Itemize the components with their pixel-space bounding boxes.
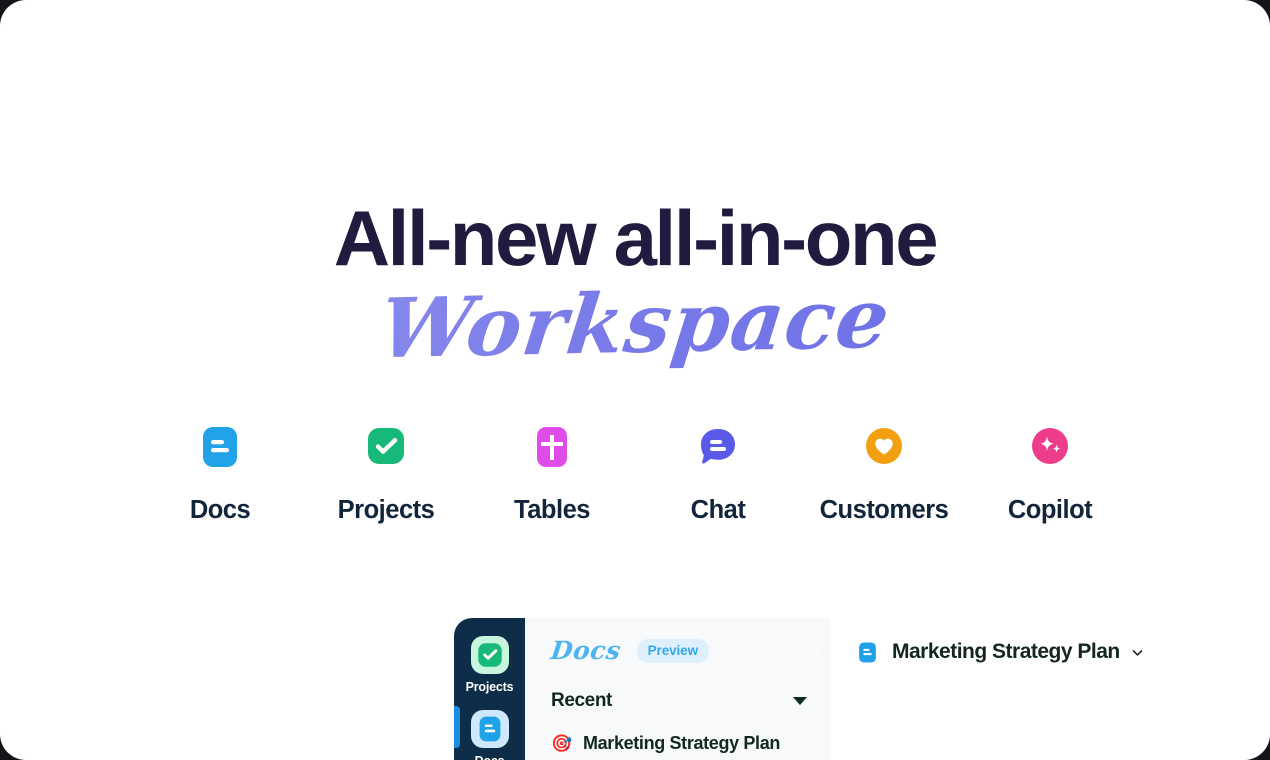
target-emoji-icon: 🎯 bbox=[551, 733, 573, 753]
product-label-docs: Docs bbox=[189, 496, 251, 524]
sidebar-item-projects[interactable]: Projects bbox=[454, 636, 525, 694]
product-label-tables: Tables bbox=[514, 496, 590, 524]
hero-script-word: Workspace bbox=[0, 263, 1270, 386]
product-item-tables[interactable]: Tables bbox=[472, 424, 632, 524]
docs-panel-title: Docs bbox=[549, 636, 623, 665]
product-item-docs[interactable]: Docs bbox=[140, 424, 300, 524]
status-badge: Preview bbox=[636, 639, 709, 663]
sidebar-item-docs[interactable]: Docs bbox=[454, 710, 525, 760]
app-screenshot-mock: Projects Docs Docs Preview bbox=[454, 618, 1270, 760]
sidebar-item-label-projects: Projects bbox=[465, 680, 514, 694]
docs-lines-icon bbox=[857, 642, 878, 663]
product-label-copilot: Copilot bbox=[1007, 496, 1093, 524]
plus-icon[interactable] bbox=[807, 640, 827, 660]
document-content-pane: Marketing Strategy Plan bbox=[830, 618, 1270, 760]
table-grid-icon bbox=[529, 424, 575, 470]
sparkles-circle-icon bbox=[1027, 424, 1073, 470]
caret-down-icon[interactable] bbox=[793, 697, 807, 705]
docs-lines-icon bbox=[470, 710, 509, 748]
docs-panel-header: Docs Preview bbox=[549, 636, 824, 665]
product-nav-row: Docs Projects Tables Chat Customers Copi… bbox=[140, 424, 1130, 524]
chevron-down-icon[interactable] bbox=[1131, 646, 1144, 659]
recent-section-header[interactable]: Recent bbox=[551, 690, 807, 712]
product-item-copilot[interactable]: Copilot bbox=[970, 424, 1130, 524]
product-label-chat: Chat bbox=[690, 496, 746, 524]
product-item-customers[interactable]: Customers bbox=[804, 424, 964, 524]
product-item-chat[interactable]: Chat bbox=[638, 424, 798, 524]
app-sidebar-rail: Projects Docs bbox=[454, 618, 525, 760]
docs-list-panel: Docs Preview Recent 🎯 Marketing Strategy… bbox=[525, 618, 830, 760]
active-indicator bbox=[454, 706, 460, 748]
sidebar-item-label-docs: Docs bbox=[475, 754, 505, 760]
chat-bubble-icon bbox=[695, 424, 741, 470]
hero-section: All-new all-in-one Workspace bbox=[0, 196, 1270, 377]
check-circle-icon bbox=[363, 424, 409, 470]
product-item-projects[interactable]: Projects bbox=[306, 424, 466, 524]
heart-circle-icon bbox=[861, 424, 907, 470]
page-canvas: All-new all-in-one Workspace Docs Projec… bbox=[0, 0, 1270, 760]
list-item-label: Marketing Strategy Plan bbox=[583, 733, 781, 753]
recent-section-label: Recent bbox=[551, 690, 612, 711]
check-circle-icon bbox=[470, 636, 509, 674]
list-item[interactable]: 🎯 Marketing Strategy Plan bbox=[551, 733, 780, 754]
docs-lines-icon bbox=[197, 424, 243, 470]
product-label-customers: Customers bbox=[819, 496, 949, 524]
document-header: Marketing Strategy Plan bbox=[857, 640, 1144, 664]
product-label-projects: Projects bbox=[337, 496, 435, 524]
document-title: Marketing Strategy Plan bbox=[892, 640, 1120, 663]
